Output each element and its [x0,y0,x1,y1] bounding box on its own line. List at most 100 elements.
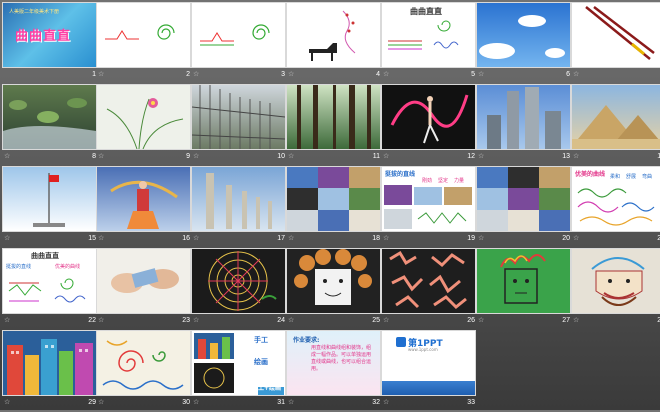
star-icon: ☆ [383,71,390,78]
star-icon: ☆ [573,235,580,242]
slide-2-lines [105,24,175,40]
slide-number: 32 [372,399,380,406]
slide-thumbnail-33[interactable]: 第1PPT www.1ppt.com ☆ 33 [381,330,476,412]
star-icon: ☆ [193,153,200,160]
slide-7-image [571,2,660,68]
slide-9-flower [106,98,184,149]
slide-number: 5 [471,71,475,78]
slide-8-image [2,84,97,150]
slide-thumbnail-15[interactable]: ☆ 15 [2,166,97,248]
slide-thumbnail-14[interactable]: ☆ 14 [571,84,660,166]
slide-thumbnail-9[interactable]: ☆ 9 [96,84,191,166]
slide-thumbnail-17[interactable]: ☆ 17 [191,166,286,248]
slide-thumbnail-20[interactable]: ☆ 20 [476,166,571,248]
slide-thumbnail-6[interactable]: ☆ 6 [476,2,571,84]
slide-28-drawn-face [591,257,645,306]
star-icon: ☆ [4,235,11,242]
slide-number: 12 [467,153,475,160]
star-icon: ☆ [193,235,200,242]
star-icon: ☆ [573,153,580,160]
slide-33-footer-bar [382,381,475,395]
slide-18-collage [287,167,380,231]
slide-thumbnail-23[interactable]: ☆ 23 [96,248,191,330]
slide-number: 13 [562,153,570,160]
slide-17-columns [206,173,272,229]
slide-thumbnail-13[interactable]: ☆ 13 [476,84,571,166]
slide-19-label-3: 力量 [454,178,465,184]
slide-thumbnail-2[interactable]: ☆ 2 [96,2,191,84]
slide-thumbnail-7[interactable]: ☆ 7 [571,2,660,84]
slide-thumbnail-11[interactable]: ☆ 11 [286,84,381,166]
slide-31-label-combo: 手工+绘画 [252,385,282,392]
star-icon: ☆ [98,317,105,324]
slide-24-spiderweb [208,251,277,311]
star-icon: ☆ [193,71,200,78]
slide-4-image [286,2,381,68]
star-icon: ☆ [193,317,200,324]
slide-5-title: 曲曲直直 [410,7,442,16]
slide-32-body: 用直线和曲线组和装饰，组成一幅作品。可以单独运用直线或曲线，也可以组合运用。 [311,345,372,372]
slide-31-label-craft: 手工 [254,336,268,344]
slide-thumbnail-30[interactable]: ☆ 30 [96,330,191,412]
slide-thumbnail-29[interactable]: ☆ 29 [2,330,97,412]
slide-28-image [571,248,660,314]
slide-thumbnail-5[interactable]: 曲曲直直 ☆ 5 [381,2,476,84]
star-icon: ☆ [4,317,11,324]
slide-thumbnail-10[interactable]: ☆ 10 [191,84,286,166]
slide-11-image [286,84,381,150]
slide-thumbnail-3[interactable]: ☆ 3 [191,2,286,84]
slide-4-piano [309,10,356,61]
slide-2-image [96,2,191,68]
slide-8-stream [3,98,96,149]
slide-number: 3 [281,71,285,78]
slide-thumbnail-24[interactable]: ☆ 24 [191,248,286,330]
star-icon: ☆ [98,399,105,406]
slide-33-url: www.1ppt.com [408,347,438,352]
star-icon: ☆ [98,71,105,78]
star-icon: ☆ [383,153,390,160]
slide-number: 22 [88,317,96,324]
slide-thumbnail-8[interactable]: ☆ 8 [2,84,97,166]
slide-26-paper-strips [389,250,467,310]
slide-17-image [191,166,286,232]
slide-thumbnail-28[interactable]: ☆ 28 [571,248,660,330]
slide-thumbnail-19[interactable]: 挺拔的直线 刚劲 坚定 力量 ☆ 19 [381,166,476,248]
slide-thumbnail-32[interactable]: 作业要求: 用直线和曲线组和装饰，组成一幅作品。可以单独运用直线或曲线，也可以组… [286,330,381,412]
slide-thumbnail-22[interactable]: 曲曲直直 挺拔的直线 优美的曲线 ☆ 22 [2,248,97,330]
slide-number: 30 [182,399,190,406]
slide-31-label-drawing: 绘画 [254,358,268,366]
slide-22-right-label: 优美的曲线 [55,264,81,270]
slide-30-image [96,330,191,396]
slide-thumbnail-18[interactable]: ☆ 18 [286,166,381,248]
slide-thumbnail-31[interactable]: 手工 绘画 手工+绘画 ☆ 31 [191,330,286,412]
slide-thumbnail-26[interactable]: ☆ 26 [381,248,476,330]
slide-thumbnail-4[interactable]: ☆ 4 [286,2,381,84]
slide-21-label-1: 柔和 [610,174,621,180]
star-icon: ☆ [478,235,485,242]
slide-1-image: 人美版二年级美术下册 曲曲直直 [2,2,97,68]
slide-19-label-2: 坚定 [438,178,449,184]
slide-thumbnail-1[interactable]: 人美版二年级美术下册 曲曲直直 1 [2,2,97,84]
slide-29-image [2,330,97,396]
slide-25-image [286,248,381,314]
slide-thumbnail-16[interactable]: ☆ 16 [96,166,191,248]
star-icon: ☆ [478,317,485,324]
slide-number: 26 [467,317,475,324]
slide-10-fence [192,85,285,149]
slide-number: 23 [182,317,190,324]
slide-12-ribbon-dancer [390,94,469,144]
slide-thumbnail-12[interactable]: ☆ 12 [381,84,476,166]
slide-number: 27 [562,317,570,324]
slide-thumbnail-21[interactable]: 优美的曲线 柔和 舒展 弯曲 ☆ 21 [571,166,660,248]
slide-6-clouds [479,15,565,59]
slide-21-label-2: 舒展 [626,174,637,180]
slide-number: 19 [467,235,475,242]
slide-25-paper-face [294,249,372,305]
slide-16-dancer [110,180,178,229]
slide-19-label-1: 刚劲 [422,178,433,184]
slide-thumbnail-27[interactable]: ☆ 27 [476,248,571,330]
slide-number: 18 [372,235,380,242]
star-icon: ☆ [98,235,105,242]
slide-thumbnail-25[interactable]: ☆ 25 [286,248,381,330]
slide-32-image: 作业要求: 用直线和曲线组和装饰，组成一幅作品。可以单独运用直线或曲线，也可以组… [286,330,381,396]
